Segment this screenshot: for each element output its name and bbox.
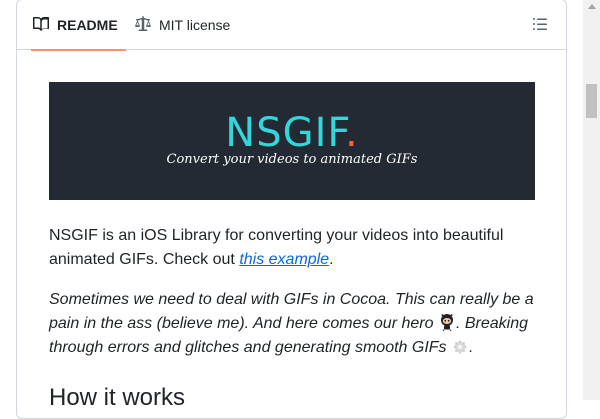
readme-tabbar: README MIT license <box>17 0 566 51</box>
tab-license[interactable]: MIT license <box>135 0 230 50</box>
intro-paragraph: NSGIF is an iOS Library for converting y… <box>49 227 504 268</box>
banner-title-dot: . <box>344 110 359 156</box>
scroll-up-arrow-icon[interactable] <box>588 4 596 9</box>
active-tab-indicator <box>31 49 126 51</box>
octocat-icon <box>438 313 456 332</box>
law-scale-icon <box>135 15 151 35</box>
list-unordered-icon <box>532 18 548 36</box>
nsgif-banner-image: NSGIF. Convert your videos to animated G… <box>49 82 535 200</box>
table-of-contents-button[interactable] <box>532 16 550 34</box>
book-icon <box>33 16 49 35</box>
page-scrollbar[interactable] <box>583 0 600 400</box>
tab-readme[interactable]: README <box>31 0 126 51</box>
banner-title: NSGIF. <box>225 110 359 156</box>
scrollbar-thumb[interactable] <box>586 84 597 118</box>
tab-license-label: MIT license <box>159 17 231 33</box>
example-link[interactable]: this example <box>239 251 329 268</box>
tab-readme-label: README <box>57 17 118 33</box>
banner-subtitle: Convert your videos to animated GIFs <box>166 152 418 167</box>
section-heading-how-it-works: How it works <box>49 384 186 411</box>
note-paragraph: Sometimes we need to deal with GIFs in C… <box>49 291 534 356</box>
readme-content: NSGIF. Convert your videos to animated G… <box>49 82 535 412</box>
readme-panel: README MIT license NSGIF. Convert your v… <box>16 0 567 419</box>
gear-emoji-icon <box>451 337 469 355</box>
